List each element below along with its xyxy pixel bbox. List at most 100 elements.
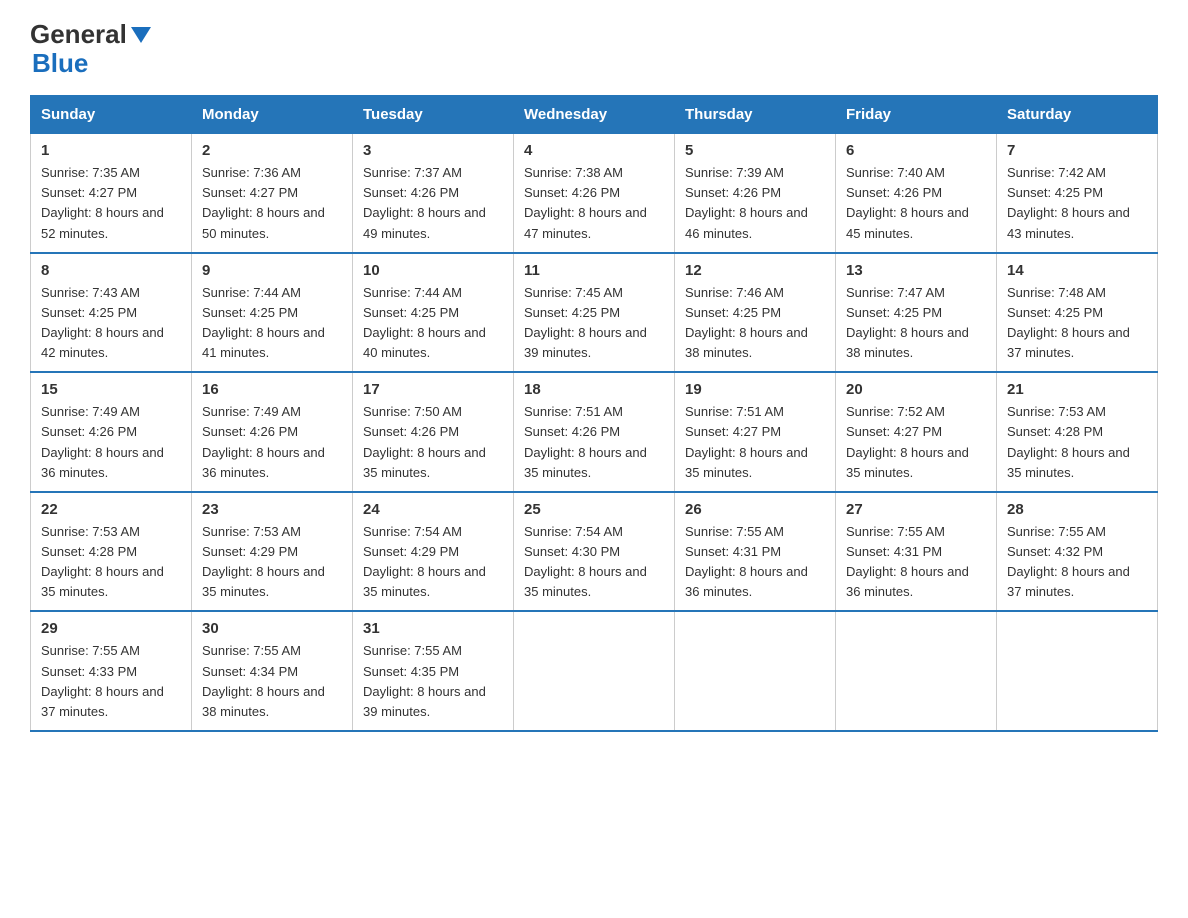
day-number: 6 — [846, 142, 986, 159]
day-number: 13 — [846, 262, 986, 279]
calendar-table: SundayMondayTuesdayWednesdayThursdayFrid… — [30, 95, 1158, 732]
day-info: Sunrise: 7:55 AMSunset: 4:32 PMDaylight:… — [1007, 524, 1130, 599]
col-header-sunday: Sunday — [31, 96, 192, 134]
day-info: Sunrise: 7:53 AMSunset: 4:28 PMDaylight:… — [1007, 404, 1130, 479]
day-number: 3 — [363, 142, 503, 159]
week-row-5: 29 Sunrise: 7:55 AMSunset: 4:33 PMDaylig… — [31, 611, 1158, 731]
day-info: Sunrise: 7:35 AMSunset: 4:27 PMDaylight:… — [41, 165, 164, 240]
day-number: 26 — [685, 501, 825, 518]
day-info: Sunrise: 7:42 AMSunset: 4:25 PMDaylight:… — [1007, 165, 1130, 240]
day-number: 30 — [202, 620, 342, 637]
col-header-monday: Monday — [192, 96, 353, 134]
day-cell: 7 Sunrise: 7:42 AMSunset: 4:25 PMDayligh… — [997, 134, 1158, 253]
day-number: 18 — [524, 381, 664, 398]
day-info: Sunrise: 7:44 AMSunset: 4:25 PMDaylight:… — [363, 285, 486, 360]
day-info: Sunrise: 7:55 AMSunset: 4:33 PMDaylight:… — [41, 643, 164, 718]
day-info: Sunrise: 7:49 AMSunset: 4:26 PMDaylight:… — [202, 404, 325, 479]
col-header-friday: Friday — [836, 96, 997, 134]
day-number: 29 — [41, 620, 181, 637]
logo: General Blue — [30, 20, 151, 77]
day-cell: 26 Sunrise: 7:55 AMSunset: 4:31 PMDaylig… — [675, 492, 836, 612]
day-info: Sunrise: 7:38 AMSunset: 4:26 PMDaylight:… — [524, 165, 647, 240]
day-cell: 4 Sunrise: 7:38 AMSunset: 4:26 PMDayligh… — [514, 134, 675, 253]
page-header: General Blue — [30, 20, 1158, 77]
day-cell: 12 Sunrise: 7:46 AMSunset: 4:25 PMDaylig… — [675, 253, 836, 373]
day-info: Sunrise: 7:53 AMSunset: 4:29 PMDaylight:… — [202, 524, 325, 599]
day-cell: 21 Sunrise: 7:53 AMSunset: 4:28 PMDaylig… — [997, 372, 1158, 492]
day-info: Sunrise: 7:51 AMSunset: 4:26 PMDaylight:… — [524, 404, 647, 479]
day-number: 11 — [524, 262, 664, 279]
day-cell — [675, 611, 836, 731]
logo-blue-text: Blue — [32, 49, 88, 78]
day-info: Sunrise: 7:54 AMSunset: 4:30 PMDaylight:… — [524, 524, 647, 599]
day-number: 31 — [363, 620, 503, 637]
day-number: 16 — [202, 381, 342, 398]
day-info: Sunrise: 7:53 AMSunset: 4:28 PMDaylight:… — [41, 524, 164, 599]
day-cell: 29 Sunrise: 7:55 AMSunset: 4:33 PMDaylig… — [31, 611, 192, 731]
col-header-tuesday: Tuesday — [353, 96, 514, 134]
day-info: Sunrise: 7:51 AMSunset: 4:27 PMDaylight:… — [685, 404, 808, 479]
day-cell: 27 Sunrise: 7:55 AMSunset: 4:31 PMDaylig… — [836, 492, 997, 612]
col-header-saturday: Saturday — [997, 96, 1158, 134]
week-row-4: 22 Sunrise: 7:53 AMSunset: 4:28 PMDaylig… — [31, 492, 1158, 612]
logo-general-text: General — [30, 20, 151, 49]
week-row-2: 8 Sunrise: 7:43 AMSunset: 4:25 PMDayligh… — [31, 253, 1158, 373]
day-info: Sunrise: 7:50 AMSunset: 4:26 PMDaylight:… — [363, 404, 486, 479]
day-cell: 18 Sunrise: 7:51 AMSunset: 4:26 PMDaylig… — [514, 372, 675, 492]
day-info: Sunrise: 7:55 AMSunset: 4:34 PMDaylight:… — [202, 643, 325, 718]
day-number: 4 — [524, 142, 664, 159]
day-cell: 14 Sunrise: 7:48 AMSunset: 4:25 PMDaylig… — [997, 253, 1158, 373]
day-info: Sunrise: 7:49 AMSunset: 4:26 PMDaylight:… — [41, 404, 164, 479]
day-number: 12 — [685, 262, 825, 279]
day-cell: 16 Sunrise: 7:49 AMSunset: 4:26 PMDaylig… — [192, 372, 353, 492]
day-cell: 28 Sunrise: 7:55 AMSunset: 4:32 PMDaylig… — [997, 492, 1158, 612]
day-cell: 19 Sunrise: 7:51 AMSunset: 4:27 PMDaylig… — [675, 372, 836, 492]
day-info: Sunrise: 7:46 AMSunset: 4:25 PMDaylight:… — [685, 285, 808, 360]
day-cell: 5 Sunrise: 7:39 AMSunset: 4:26 PMDayligh… — [675, 134, 836, 253]
day-cell: 11 Sunrise: 7:45 AMSunset: 4:25 PMDaylig… — [514, 253, 675, 373]
logo-triangle-icon — [131, 27, 151, 43]
day-info: Sunrise: 7:48 AMSunset: 4:25 PMDaylight:… — [1007, 285, 1130, 360]
day-info: Sunrise: 7:52 AMSunset: 4:27 PMDaylight:… — [846, 404, 969, 479]
col-header-thursday: Thursday — [675, 96, 836, 134]
day-number: 24 — [363, 501, 503, 518]
day-cell: 22 Sunrise: 7:53 AMSunset: 4:28 PMDaylig… — [31, 492, 192, 612]
day-cell: 1 Sunrise: 7:35 AMSunset: 4:27 PMDayligh… — [31, 134, 192, 253]
day-number: 17 — [363, 381, 503, 398]
day-number: 5 — [685, 142, 825, 159]
day-info: Sunrise: 7:45 AMSunset: 4:25 PMDaylight:… — [524, 285, 647, 360]
day-cell: 10 Sunrise: 7:44 AMSunset: 4:25 PMDaylig… — [353, 253, 514, 373]
day-number: 10 — [363, 262, 503, 279]
day-info: Sunrise: 7:37 AMSunset: 4:26 PMDaylight:… — [363, 165, 486, 240]
day-number: 7 — [1007, 142, 1147, 159]
day-cell — [836, 611, 997, 731]
day-number: 25 — [524, 501, 664, 518]
day-cell: 3 Sunrise: 7:37 AMSunset: 4:26 PMDayligh… — [353, 134, 514, 253]
day-info: Sunrise: 7:43 AMSunset: 4:25 PMDaylight:… — [41, 285, 164, 360]
day-cell: 8 Sunrise: 7:43 AMSunset: 4:25 PMDayligh… — [31, 253, 192, 373]
day-info: Sunrise: 7:36 AMSunset: 4:27 PMDaylight:… — [202, 165, 325, 240]
day-cell: 17 Sunrise: 7:50 AMSunset: 4:26 PMDaylig… — [353, 372, 514, 492]
day-cell: 20 Sunrise: 7:52 AMSunset: 4:27 PMDaylig… — [836, 372, 997, 492]
day-info: Sunrise: 7:55 AMSunset: 4:31 PMDaylight:… — [846, 524, 969, 599]
day-cell: 2 Sunrise: 7:36 AMSunset: 4:27 PMDayligh… — [192, 134, 353, 253]
day-number: 28 — [1007, 501, 1147, 518]
day-number: 2 — [202, 142, 342, 159]
day-number: 20 — [846, 381, 986, 398]
day-info: Sunrise: 7:54 AMSunset: 4:29 PMDaylight:… — [363, 524, 486, 599]
day-number: 19 — [685, 381, 825, 398]
day-cell: 30 Sunrise: 7:55 AMSunset: 4:34 PMDaylig… — [192, 611, 353, 731]
day-number: 14 — [1007, 262, 1147, 279]
day-info: Sunrise: 7:47 AMSunset: 4:25 PMDaylight:… — [846, 285, 969, 360]
day-info: Sunrise: 7:55 AMSunset: 4:31 PMDaylight:… — [685, 524, 808, 599]
day-number: 8 — [41, 262, 181, 279]
day-cell: 31 Sunrise: 7:55 AMSunset: 4:35 PMDaylig… — [353, 611, 514, 731]
day-number: 21 — [1007, 381, 1147, 398]
day-cell: 24 Sunrise: 7:54 AMSunset: 4:29 PMDaylig… — [353, 492, 514, 612]
day-info: Sunrise: 7:55 AMSunset: 4:35 PMDaylight:… — [363, 643, 486, 718]
day-number: 15 — [41, 381, 181, 398]
day-number: 22 — [41, 501, 181, 518]
calendar-header-row: SundayMondayTuesdayWednesdayThursdayFrid… — [31, 96, 1158, 134]
day-cell: 9 Sunrise: 7:44 AMSunset: 4:25 PMDayligh… — [192, 253, 353, 373]
day-number: 23 — [202, 501, 342, 518]
